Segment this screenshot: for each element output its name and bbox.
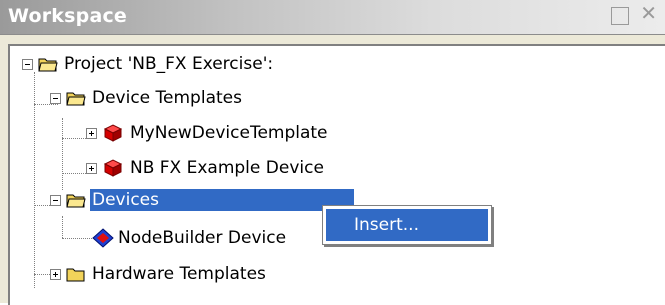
tree-node-device-templates[interactable]: Device Templates	[66, 86, 244, 110]
expand-toggle-template-2[interactable]	[86, 163, 97, 174]
folder-closed-icon	[66, 268, 85, 282]
tree-connector	[62, 238, 92, 239]
tree-node-template-1[interactable]: MyNewDeviceTemplate	[102, 121, 330, 145]
expand-toggle-hardware-templates[interactable]	[50, 269, 61, 280]
collapse-toggle-device-templates[interactable]	[50, 93, 61, 104]
tree-connector	[62, 173, 86, 174]
folder-open-icon	[66, 194, 86, 208]
close-icon[interactable]: ✕	[640, 3, 657, 23]
tree-connector	[62, 138, 86, 139]
workspace-tree: Project 'NB_FX Exercise': Device Templat…	[8, 44, 665, 305]
tree-node-label: Project 'NB_FX Exercise':	[64, 54, 274, 74]
folder-open-icon	[38, 58, 58, 72]
context-menu: Insert...	[322, 205, 492, 245]
tree-connector	[62, 118, 63, 190]
tree-node-label: Device Templates	[92, 88, 242, 108]
tree-node-hardware-templates[interactable]: Hardware Templates	[66, 262, 268, 286]
folder-open-icon	[66, 92, 86, 106]
tree-node-label: MyNewDeviceTemplate	[130, 123, 328, 143]
tree-connector	[62, 216, 63, 238]
tree-node-label: NB FX Example Device	[130, 158, 324, 178]
tree-node-device-1[interactable]: NodeBuilder Device	[92, 226, 288, 250]
tree-node-project[interactable]: Project 'NB_FX Exercise':	[38, 52, 275, 76]
menu-item-insert[interactable]: Insert...	[326, 209, 488, 241]
tree-node-label: Hardware Templates	[92, 264, 266, 284]
tree-node-label: NodeBuilder Device	[118, 228, 287, 248]
window-title: Workspace	[8, 5, 128, 27]
expand-toggle-template-1[interactable]	[86, 128, 97, 139]
tree-node-devices[interactable]: Devices	[66, 188, 354, 212]
tree-node-template-2[interactable]: NB FX Example Device	[102, 156, 326, 180]
restore-icon[interactable]	[611, 7, 629, 25]
blue-red-diamond-icon	[92, 228, 114, 248]
collapse-toggle-project[interactable]	[22, 59, 33, 70]
red-cube-icon	[103, 159, 123, 177]
tree-node-label: Devices	[90, 189, 354, 211]
collapse-toggle-devices[interactable]	[50, 195, 61, 206]
menu-item-label: Insert...	[354, 215, 419, 235]
tree-connector	[34, 104, 58, 105]
workspace-window: Workspace ✕ Project 'NB_FX Exercise': De…	[0, 0, 665, 305]
red-cube-icon	[103, 124, 123, 142]
titlebar[interactable]: Workspace ✕	[0, 0, 665, 35]
